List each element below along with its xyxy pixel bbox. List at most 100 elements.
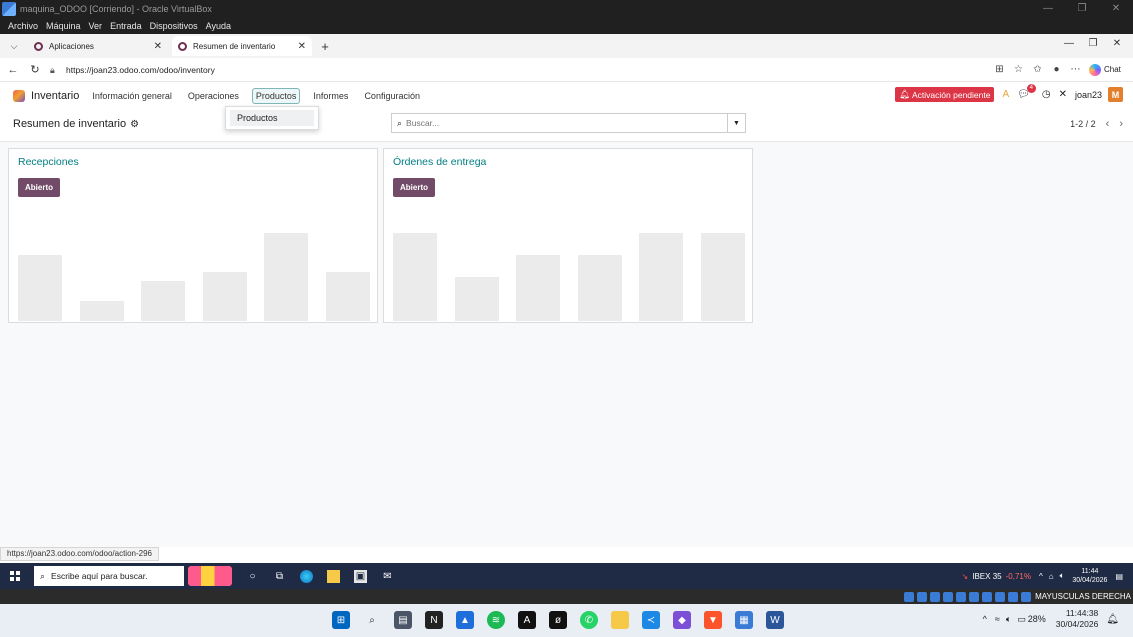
restore-icon[interactable]: ❐ [1065,0,1099,18]
tab-close-icon[interactable]: ✕ [298,41,306,52]
search-options-toggle-icon[interactable]: ▼ [727,114,745,132]
messages-icon[interactable]: 💬︎ 4 [1017,84,1036,100]
host-clock[interactable]: 11:44:38 30/04/2026 [1056,608,1099,630]
vbox-usb-icon[interactable] [956,591,967,602]
vbox-mouse-icon[interactable] [1021,591,1032,602]
vbox-cpu-icon[interactable] [1008,591,1019,602]
host-volume-icon[interactable]: 🔈︎ [1006,614,1011,625]
back-arrow-icon[interactable]: ← [4,64,22,76]
tab-aplicaciones[interactable]: Aplicaciones ✕ [28,36,168,56]
inventory-app-icon[interactable] [13,89,25,102]
open-button[interactable]: Abierto [393,178,435,197]
vbox-menu-ver[interactable]: Ver [89,21,103,31]
vbox-recording-icon[interactable] [995,591,1006,602]
host-tray-chevron-icon[interactable]: ^ [983,614,987,624]
vbox-menu-ayuda[interactable]: Ayuda [206,21,231,31]
wifi-icon[interactable]: ≈ [995,614,1000,624]
vbox-optical-icon[interactable] [917,591,928,602]
task-view-icon[interactable]: ⧉ [273,570,286,583]
menu-operaciones[interactable]: Operaciones [185,89,242,103]
host-file-explorer-icon[interactable] [611,611,629,629]
tulips-widget-icon[interactable] [188,566,232,586]
ticker-name[interactable]: IBEX 35 [972,572,1001,581]
spotify-icon[interactable]: ≋ [487,611,505,629]
minimize-icon[interactable]: — [1031,0,1065,18]
vbox-audio-icon[interactable] [930,591,941,602]
host-task-view-icon[interactable]: ▤ [394,611,412,629]
host-start-icon[interactable]: ⊞ [332,611,350,629]
vbox-menu-dispositivos[interactable]: Dispositivos [150,21,198,31]
profile-icon[interactable]: ● [1047,64,1066,75]
gear-icon[interactable]: ⚙ [130,119,139,130]
volume-icon[interactable]: 🔈︎ [1060,571,1065,581]
brave-icon[interactable]: ▼ [704,611,722,629]
vbox-network-icon[interactable] [943,591,954,602]
file-explorer-icon[interactable] [327,569,340,583]
vbox-menu-archivo[interactable]: Archivo [8,21,38,31]
user-name[interactable]: joan23 [1075,90,1102,100]
search-input[interactable] [406,118,727,128]
cortana-circle-icon[interactable]: ○ [246,570,259,583]
app-name[interactable]: Inventario [31,90,79,102]
visual-studio-icon[interactable]: ◆ [673,611,691,629]
vm-clock[interactable]: 11:44 30/04/2026 [1072,567,1107,585]
vbox-disk-icon[interactable] [904,591,915,602]
mail-icon[interactable]: ✉ [381,570,394,583]
card-recepciones[interactable]: Recepciones Abierto [8,148,378,323]
open-button[interactable]: Abierto [18,178,60,197]
notifications-icon[interactable]: ▤ [1115,572,1123,581]
favorite-star-icon[interactable]: ☆ [1009,64,1028,75]
split-screen-icon[interactable]: ⊞ [990,64,1009,75]
vbox-menu-entrada[interactable]: Entrada [110,21,142,31]
word-icon[interactable]: W [766,611,784,629]
card-title[interactable]: Órdenes de entrega [393,156,486,168]
vbox-display-icon[interactable] [982,591,993,602]
photos-icon[interactable]: ▲ [456,611,474,629]
virtualbox-icon[interactable]: ▦ [735,611,753,629]
pager-prev-icon[interactable]: ‹ [1106,118,1110,130]
ai-icon[interactable]: A [1002,89,1009,100]
whatsapp-icon[interactable]: ✆ [580,611,598,629]
reload-icon[interactable]: ↻ [26,63,44,76]
tools-icon[interactable]: ✕ [1059,89,1067,100]
card-ordenes-entrega[interactable]: Órdenes de entrega Abierto [383,148,753,323]
favorites-list-icon[interactable]: ✩ [1028,64,1047,75]
tab-resumen-inventario[interactable]: Resumen de inventario ✕ [172,36,312,56]
browser-restore-icon[interactable]: ❐ [1081,38,1105,49]
menu-informes[interactable]: Informes [310,89,351,103]
dropdown-item-productos[interactable]: Productos [230,110,314,126]
app-a-icon[interactable]: A [518,611,536,629]
notion-icon[interactable]: N [425,611,443,629]
vscode-icon[interactable]: ≺ [642,611,660,629]
activation-pending-button[interactable]: 🔔︎ Activación pendiente [895,87,995,102]
menu-configuracion[interactable]: Configuración [361,89,423,103]
card-title[interactable]: Recepciones [18,156,79,168]
browser-minimize-icon[interactable]: — [1057,38,1081,49]
tab-list-chevron-icon[interactable]: ⌵ [4,36,24,56]
more-options-icon[interactable]: ⋯ [1066,64,1085,75]
user-avatar[interactable]: M [1108,87,1123,102]
battery-icon[interactable]: ▭ [1017,614,1026,625]
menu-informacion-general[interactable]: Información general [89,89,175,103]
store-icon[interactable]: ▣ [354,569,367,583]
network-icon[interactable]: ⌂ [1049,572,1054,581]
windows-start-icon[interactable] [10,571,20,581]
host-search-icon[interactable]: ⌕ [363,611,381,629]
tray-chevron-icon[interactable]: ^ [1039,572,1043,581]
new-tab-plus-icon[interactable]: + [316,36,334,56]
close-icon[interactable]: ✕ [1099,0,1133,18]
pager-next-icon[interactable]: › [1119,118,1123,130]
copilot-chat-button[interactable]: Chat [1089,63,1121,76]
browser-close-icon[interactable]: ✕ [1105,38,1129,49]
vbox-shared-folder-icon[interactable] [969,591,980,602]
tab-close-icon[interactable]: ✕ [154,41,162,52]
edge-icon[interactable] [300,569,313,583]
url-field[interactable]: 🔒︎ https://joan23.odoo.com/odoo/inventor… [50,61,980,79]
host-notifications-icon[interactable]: 🔔︎ [1106,614,1119,625]
vbox-menu-maquina[interactable]: Máquina [46,21,81,31]
menu-productos[interactable]: Productos [251,87,301,104]
vm-search-box[interactable]: ⌕ Escribe aquí para buscar. [34,566,184,586]
app-o-icon[interactable]: ø [549,611,567,629]
activity-clock-icon[interactable]: ◷ [1042,89,1051,100]
pager-value[interactable]: 1-2 / 2 [1070,119,1096,129]
